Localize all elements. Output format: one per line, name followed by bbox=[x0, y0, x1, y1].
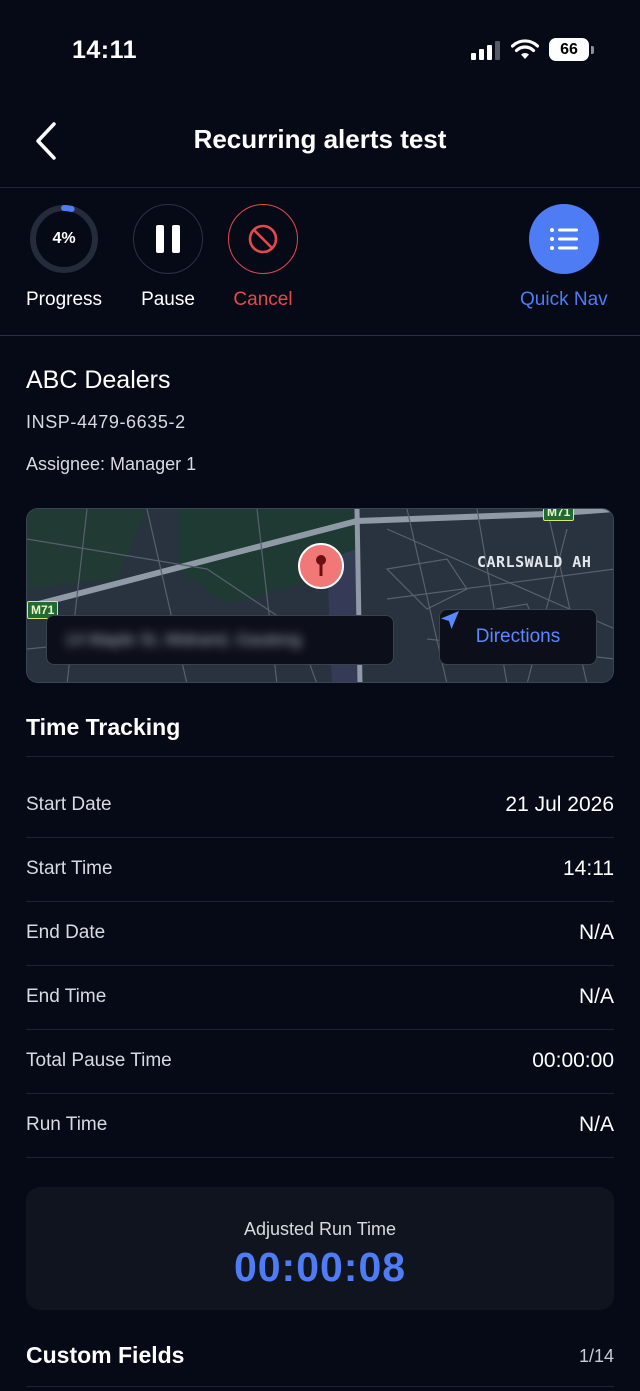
quick-nav-label: Quick Nav bbox=[520, 289, 608, 310]
inspection-id: INSP-4479-6635-2 bbox=[26, 412, 186, 432]
road-shield-m71-top: M71 bbox=[543, 509, 575, 521]
battery-level: 66 bbox=[549, 38, 589, 61]
time-tracking-row: Total Pause Time 00:00:00 bbox=[26, 1029, 614, 1093]
adjusted-run-time-card: Adjusted Run Time 00:00:08 bbox=[26, 1187, 614, 1310]
status-icons: 66 bbox=[471, 38, 594, 61]
progress-ring[interactable]: 4% bbox=[29, 204, 99, 274]
time-tracking-row: Run Time N/A bbox=[26, 1093, 614, 1157]
address-bar: 14 Maple St, Midrand, Gauteng bbox=[46, 615, 394, 665]
quick-nav-action[interactable]: Quick Nav bbox=[520, 204, 608, 311]
row-value: N/A bbox=[578, 985, 614, 1008]
divider bbox=[26, 756, 614, 757]
adjusted-run-time-label: Adjusted Run Time bbox=[243, 1219, 397, 1239]
status-bar: 14:11 66 bbox=[0, 0, 640, 100]
pause-icon bbox=[156, 225, 180, 253]
cancel-label: Cancel bbox=[233, 289, 293, 310]
location-map[interactable]: M71 M71 CARLSWALD AH 14 Maple St, Midran… bbox=[26, 508, 614, 683]
list-icon bbox=[549, 228, 578, 250]
row-value: N/A bbox=[578, 1113, 614, 1136]
time-tracking-row: Start Time 14:11 bbox=[26, 837, 614, 901]
cancel-button[interactable] bbox=[228, 204, 298, 274]
custom-fields-count: 1/14 bbox=[578, 1346, 614, 1366]
time-tracking-row: End Time N/A bbox=[26, 965, 614, 1029]
row-label: End Date bbox=[26, 922, 106, 943]
page-title: Recurring alerts test bbox=[193, 124, 447, 154]
divider bbox=[26, 1157, 614, 1158]
row-label: Start Time bbox=[26, 858, 113, 879]
map-area-label: CARLSWALD AH bbox=[477, 553, 592, 571]
quick-nav-button[interactable] bbox=[528, 204, 599, 274]
pause-action[interactable]: Pause bbox=[133, 204, 203, 311]
row-value: 00:00:00 bbox=[532, 1049, 614, 1072]
time-tracking-row: Start Date 21 Jul 2026 bbox=[26, 773, 614, 837]
divider bbox=[26, 1386, 614, 1387]
custom-fields-title: Custom Fields bbox=[26, 1342, 185, 1368]
row-value: N/A bbox=[578, 921, 614, 944]
action-bar: 4% Progress Pause Cancel Quick Nav bbox=[0, 189, 640, 336]
row-label: Total Pause Time bbox=[26, 1050, 172, 1071]
battery-icon: 66 bbox=[549, 38, 594, 61]
company-name: ABC Dealers bbox=[26, 366, 171, 394]
navigation-arrow-icon bbox=[441, 611, 459, 629]
time-tracking-title: Time Tracking bbox=[26, 714, 181, 740]
directions-button[interactable]: Directions bbox=[439, 609, 597, 665]
nav-header: Recurring alerts test bbox=[0, 100, 640, 188]
wifi-icon bbox=[511, 38, 539, 59]
progress-value: 4% bbox=[52, 230, 76, 247]
cancel-action[interactable]: Cancel bbox=[228, 204, 298, 311]
pause-label: Pause bbox=[141, 289, 195, 310]
row-value: 21 Jul 2026 bbox=[505, 793, 614, 816]
status-time: 14:11 bbox=[72, 36, 138, 64]
pause-button[interactable] bbox=[133, 204, 203, 274]
address-text: 14 Maple St, Midrand, Gauteng bbox=[65, 630, 302, 649]
progress-action[interactable]: 4% Progress bbox=[26, 204, 102, 311]
row-label: Start Date bbox=[26, 794, 112, 815]
adjusted-run-time-value: 00:00:08 bbox=[233, 1244, 407, 1290]
prohibited-icon bbox=[248, 224, 278, 254]
time-tracking-row: End Date N/A bbox=[26, 901, 614, 965]
cellular-signal-icon bbox=[471, 40, 500, 60]
progress-label: Progress bbox=[26, 289, 103, 310]
row-label: Run Time bbox=[26, 1114, 108, 1135]
row-label: End Time bbox=[26, 986, 107, 1007]
row-value: 14:11 bbox=[563, 857, 614, 880]
directions-label: Directions bbox=[475, 626, 561, 647]
assignee: Assignee: Manager 1 bbox=[26, 454, 197, 474]
